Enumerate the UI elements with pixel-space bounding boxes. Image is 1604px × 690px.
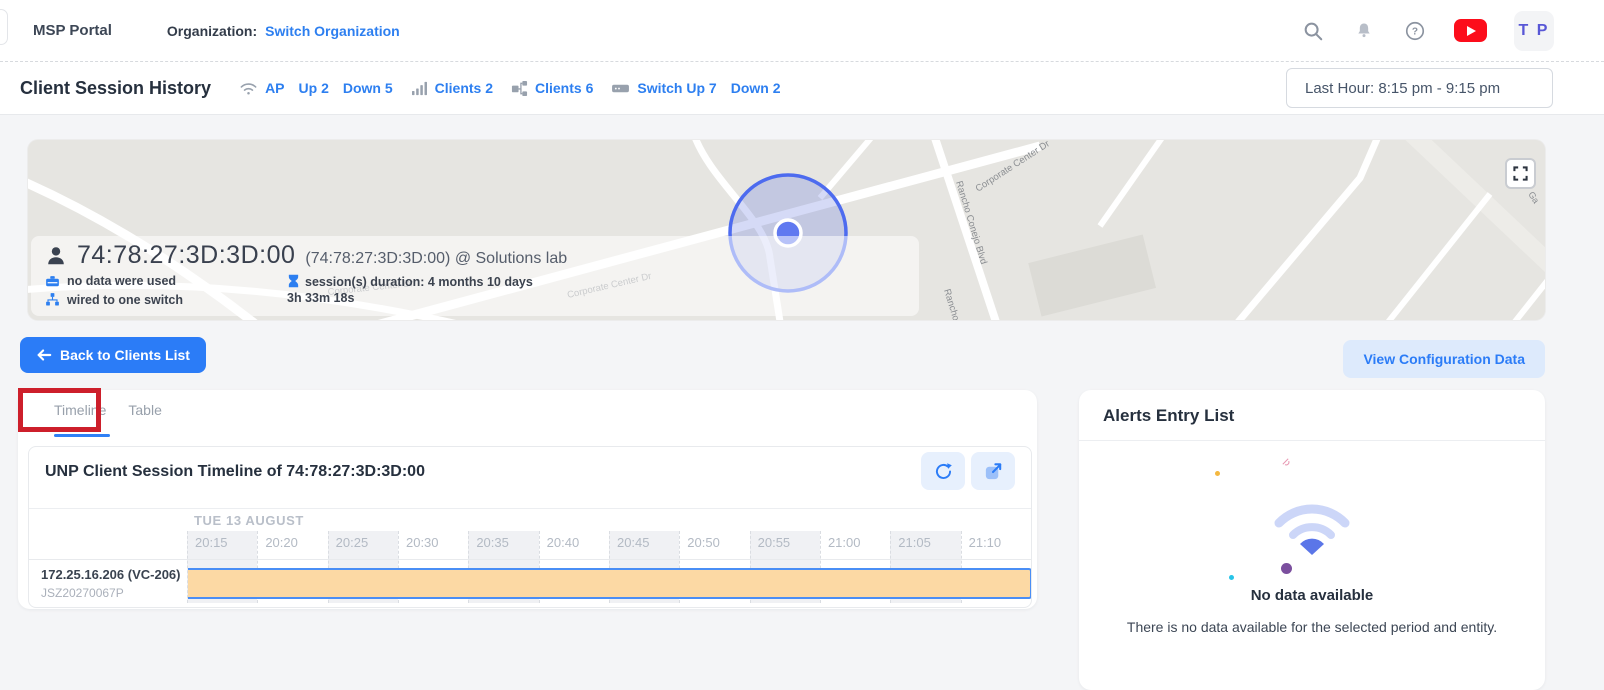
time-tick: 20:40 xyxy=(547,535,580,550)
session-panel: Timeline Table UNP Client Session Timeli… xyxy=(18,390,1037,609)
no-data-message: There is no data available for the selec… xyxy=(1079,619,1545,635)
time-tick: 20:30 xyxy=(406,535,439,550)
client-info-overlay: 74:78:27:3D:3D:00 (74:78:27:3D:3D:00) @ … xyxy=(31,236,919,316)
client-wired-status: wired to one switch xyxy=(67,293,183,307)
app-title: MSP Portal xyxy=(33,22,112,39)
time-tick: 20:25 xyxy=(336,535,369,550)
tab-table[interactable]: Table xyxy=(128,402,161,430)
alerts-panel: Alerts Entry List No data available Ther… xyxy=(1079,390,1545,690)
stat-switch-up[interactable]: Switch Up 7 xyxy=(637,80,716,96)
view-configuration-label: View Configuration Data xyxy=(1363,351,1525,367)
time-tick: 20:45 xyxy=(617,535,650,550)
notifications-bell-icon[interactable] xyxy=(1352,19,1376,43)
organization-switcher: Organization: Switch Organization xyxy=(167,23,400,39)
back-to-clients-label: Back to Clients List xyxy=(60,347,190,363)
device-stats: AP Up 2 Down 5 Clients 2 Clients 6 xyxy=(239,80,780,97)
switch-icon xyxy=(611,81,630,96)
client-location-map[interactable]: Corporate Center Dr Corporate Center Dr … xyxy=(28,140,1545,320)
confetti-dot-cyan xyxy=(1229,575,1234,580)
fullscreen-icon xyxy=(1513,166,1528,181)
data-usage-icon xyxy=(45,274,60,288)
page-header: Client Session History AP Up 2 Down 5 Cl… xyxy=(0,62,1604,115)
session-bar[interactable] xyxy=(188,568,1032,599)
stat-switch-down[interactable]: Down 2 xyxy=(731,80,781,96)
time-tick: 20:20 xyxy=(265,535,298,550)
device-serial-label: JSZ20270067P xyxy=(41,586,124,600)
search-icon[interactable] xyxy=(1301,19,1325,43)
organization-label: Organization: xyxy=(167,23,257,39)
time-tick: 20:15 xyxy=(195,535,228,550)
person-icon xyxy=(45,245,67,267)
client-session-duration: session(s) duration: 4 months 10 days 3h… xyxy=(287,274,547,307)
back-to-clients-button[interactable]: Back to Clients List xyxy=(20,337,206,373)
arrow-left-icon xyxy=(36,348,52,362)
device-ip-label: 172.25.16.206 (VC-206) xyxy=(41,567,180,582)
refresh-button[interactable] xyxy=(921,452,965,490)
organization-link[interactable]: Switch Organization xyxy=(265,23,400,39)
time-tick: 20:50 xyxy=(687,535,720,550)
wifi-illustration-icon xyxy=(1267,493,1357,555)
youtube-icon[interactable] xyxy=(1454,19,1487,42)
top-navbar: MSP Portal Organization: Switch Organiza… xyxy=(0,0,1604,62)
stat-clients-wired: Clients 6 xyxy=(511,80,593,97)
stat-clients-wireless-value[interactable]: Clients 2 xyxy=(435,80,493,96)
gantt-row-divider xyxy=(29,559,1031,560)
open-external-button[interactable] xyxy=(971,452,1015,490)
no-data-wifi-illustration xyxy=(1267,493,1357,555)
tab-timeline[interactable]: Timeline xyxy=(54,402,106,430)
gantt-date-header: TUE 13 AUGUST xyxy=(194,513,304,528)
youtube-play-triangle xyxy=(1467,26,1476,36)
timeline-card: UNP Client Session Timeline of 74:78:27:… xyxy=(28,446,1032,608)
sidebar-edge[interactable] xyxy=(0,9,8,45)
session-tabs: Timeline Table xyxy=(18,390,1037,430)
nav-actions: ? T P xyxy=(1301,11,1554,51)
wired-network-icon xyxy=(45,292,60,307)
user-avatar[interactable]: T P xyxy=(1514,11,1554,51)
stat-switch: Switch Up 7 Down 2 xyxy=(611,80,780,96)
time-tick: 21:10 xyxy=(969,535,1002,550)
alerts-empty-state: No data available There is no data avail… xyxy=(1079,441,1545,679)
hourglass-icon xyxy=(287,274,300,288)
stat-ap-label[interactable]: AP xyxy=(265,80,284,96)
timeline-card-header: UNP Client Session Timeline of 74:78:27:… xyxy=(29,447,1031,509)
view-configuration-button[interactable]: View Configuration Data xyxy=(1343,340,1545,378)
client-data-usage: no data were used xyxy=(67,274,176,288)
session-gantt: TUE 13 AUGUST 20:15 20:20 20:25 20:30 20… xyxy=(29,509,1031,608)
help-icon[interactable]: ? xyxy=(1403,19,1427,43)
time-tick: 20:35 xyxy=(476,535,509,550)
refresh-icon xyxy=(933,461,954,482)
stat-ap-down[interactable]: Down 5 xyxy=(343,80,393,96)
time-tick: 21:05 xyxy=(898,535,931,550)
time-tick: 20:55 xyxy=(758,535,791,550)
stat-ap: AP Up 2 Down 5 xyxy=(239,80,393,97)
confetti-dot-yellow xyxy=(1215,471,1220,476)
stat-clients-wireless: Clients 2 xyxy=(411,80,493,96)
page-title: Client Session History xyxy=(20,78,211,99)
alerts-title: Alerts Entry List xyxy=(1079,390,1545,440)
active-tab-indicator xyxy=(54,434,110,437)
no-data-title: No data available xyxy=(1079,587,1545,604)
timeline-title: UNP Client Session Timeline of 74:78:27:… xyxy=(45,463,425,481)
external-link-icon xyxy=(983,461,1004,482)
wifi-icon xyxy=(239,80,258,97)
map-fullscreen-button[interactable] xyxy=(1505,158,1536,189)
time-range-selector[interactable]: Last Hour: 8:15 pm - 9:15 pm xyxy=(1286,68,1553,108)
stat-clients-wired-value[interactable]: Clients 6 xyxy=(535,80,593,96)
client-mac-title: 74:78:27:3D:3D:00 xyxy=(77,241,295,270)
client-location-subtitle: (74:78:27:3D:3D:00) @ Solutions lab xyxy=(305,250,567,268)
signal-bars-icon xyxy=(411,81,428,96)
svg-text:?: ? xyxy=(1412,26,1418,37)
confetti-swirl-pink xyxy=(1281,457,1290,466)
confetti-dot-purple xyxy=(1281,563,1292,574)
time-tick: 21:00 xyxy=(828,535,861,550)
topology-icon xyxy=(511,80,528,97)
stat-ap-up[interactable]: Up 2 xyxy=(299,80,329,96)
